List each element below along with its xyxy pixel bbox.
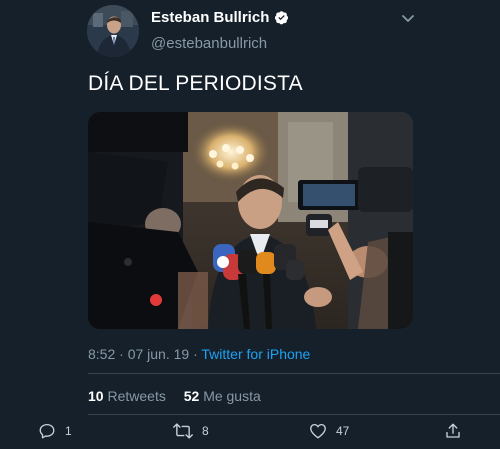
tweet-actions: 1 8 47	[0, 422, 500, 444]
avatar-image	[87, 5, 139, 57]
press-conference-photo	[88, 112, 413, 329]
reply-button[interactable]: 1	[38, 422, 72, 440]
retweet-button[interactable]: 8	[173, 422, 209, 440]
meta-separator: ·	[189, 346, 202, 362]
share-button[interactable]	[444, 422, 462, 440]
reply-icon	[38, 422, 56, 440]
author-handle[interactable]: @estebanbullrich	[151, 35, 267, 52]
like-count: 47	[336, 424, 350, 438]
likes-label: Me gusta	[203, 388, 261, 404]
avatar[interactable]	[87, 5, 139, 57]
tweet-time[interactable]: 8:52	[88, 346, 115, 362]
likes-count: 52	[183, 388, 200, 404]
divider	[88, 414, 500, 415]
retweet-count: 8	[202, 424, 209, 438]
meta-separator: ·	[115, 346, 128, 362]
tweet-photo[interactable]	[88, 112, 413, 329]
reply-count: 1	[65, 424, 72, 438]
retweets-label: Retweets	[107, 388, 166, 404]
author-display-name[interactable]: Esteban Bullrich	[151, 9, 269, 26]
tweet-detail: Esteban Bullrich @estebanbullrich DÍA DE…	[0, 0, 500, 449]
verified-badge-icon	[274, 10, 289, 25]
author-name-row[interactable]: Esteban Bullrich	[151, 9, 289, 26]
retweets-count: 10	[88, 388, 104, 404]
like-button[interactable]: 47	[309, 422, 349, 440]
share-icon	[444, 422, 462, 440]
tweet-meta: 8:52 · 07 jun. 19 · Twitter for iPhone	[88, 346, 310, 362]
divider	[88, 373, 500, 374]
likes-stat[interactable]: 52 Me gusta	[184, 388, 261, 404]
tweet-source-link[interactable]: Twitter for iPhone	[201, 346, 310, 362]
tweet-date[interactable]: 07 jun. 19	[128, 346, 190, 362]
heart-icon	[309, 422, 327, 440]
tweet-text: DÍA DEL PERIODISTA	[88, 72, 303, 95]
tweet-stats: 10 Retweets 52 Me gusta	[88, 388, 275, 404]
retweet-icon	[173, 422, 193, 440]
retweets-stat[interactable]: 10 Retweets	[88, 388, 166, 404]
chevron-down-icon[interactable]	[400, 10, 416, 26]
